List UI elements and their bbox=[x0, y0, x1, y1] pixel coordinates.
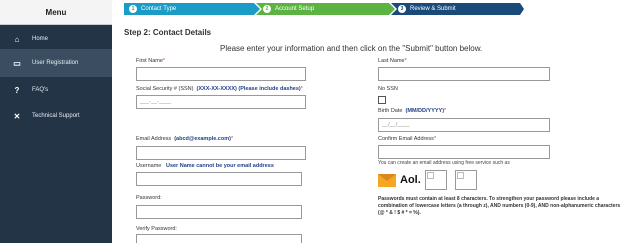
first-name-field[interactable] bbox=[136, 67, 306, 81]
folder-icon: ▭ bbox=[13, 58, 21, 68]
sidebar-item-label: Technical Support bbox=[32, 113, 80, 119]
sidebar-title: Menu bbox=[0, 0, 112, 25]
home-icon: ⌂ bbox=[14, 34, 20, 44]
form-content: Step 2: Contact Details Please enter you… bbox=[124, 0, 624, 243]
password-label: Password: bbox=[136, 195, 162, 201]
free-email-note: You can create an email address using fr… bbox=[378, 160, 510, 166]
username-label: Username User Name cannot be your email … bbox=[136, 163, 274, 169]
birth-date-label: Birth Date (MM/DD/YYYY)* bbox=[378, 108, 447, 114]
email-field[interactable] bbox=[136, 146, 306, 160]
image-placeholder-icon bbox=[454, 170, 477, 190]
last-name-label: Last Name* bbox=[378, 58, 407, 64]
sidebar-item-technical-support[interactable]: ✕ Technical Support bbox=[0, 102, 112, 130]
sidebar-item-label: FAQ's bbox=[32, 87, 49, 93]
email-label: Email Address (abcd@example.com)* bbox=[136, 136, 234, 142]
question-icon: ? bbox=[14, 85, 20, 95]
no-ssn-label: No SSN bbox=[378, 86, 398, 92]
sidebar-item-user-registration[interactable]: ▭ User Registration bbox=[0, 49, 112, 77]
username-field[interactable] bbox=[136, 172, 302, 186]
tools-icon: ✕ bbox=[13, 111, 21, 121]
password-requirements: Passwords must contain at least 8 charac… bbox=[378, 196, 621, 216]
sidebar-item-label: User Registration bbox=[32, 60, 79, 66]
image-placeholder-icon bbox=[424, 170, 447, 190]
confirm-email-label: Confirm Email Address* bbox=[378, 136, 437, 142]
sidebar-menu: Menu ⌂ Home ▭ User Registration ? FAQ's … bbox=[0, 0, 112, 243]
password-field[interactable] bbox=[136, 205, 302, 219]
envelope-icon bbox=[378, 173, 396, 187]
verify-password-field[interactable] bbox=[136, 234, 302, 243]
first-name-label: First Name* bbox=[136, 58, 166, 64]
last-name-field[interactable] bbox=[378, 67, 550, 81]
aol-link[interactable]: Aol. bbox=[378, 170, 485, 190]
confirm-email-field[interactable] bbox=[378, 145, 550, 159]
ssn-field[interactable]: ___-__-____ bbox=[136, 95, 306, 109]
page-title: Step 2: Contact Details bbox=[124, 28, 212, 37]
sidebar-item-label: Home bbox=[32, 36, 49, 42]
no-ssn-checkbox[interactable] bbox=[378, 96, 386, 104]
birth-date-field[interactable]: __/__/____ bbox=[378, 118, 550, 132]
verify-password-label: Verify Password: bbox=[136, 226, 177, 232]
sidebar-item-faqs[interactable]: ? FAQ's bbox=[0, 76, 112, 104]
form-intro: Please enter your information and then c… bbox=[220, 44, 483, 53]
aol-logo: Aol. bbox=[400, 174, 421, 186]
ssn-label: Social Security # (SSN) (XXX-XX-XXXX) (P… bbox=[136, 86, 303, 92]
